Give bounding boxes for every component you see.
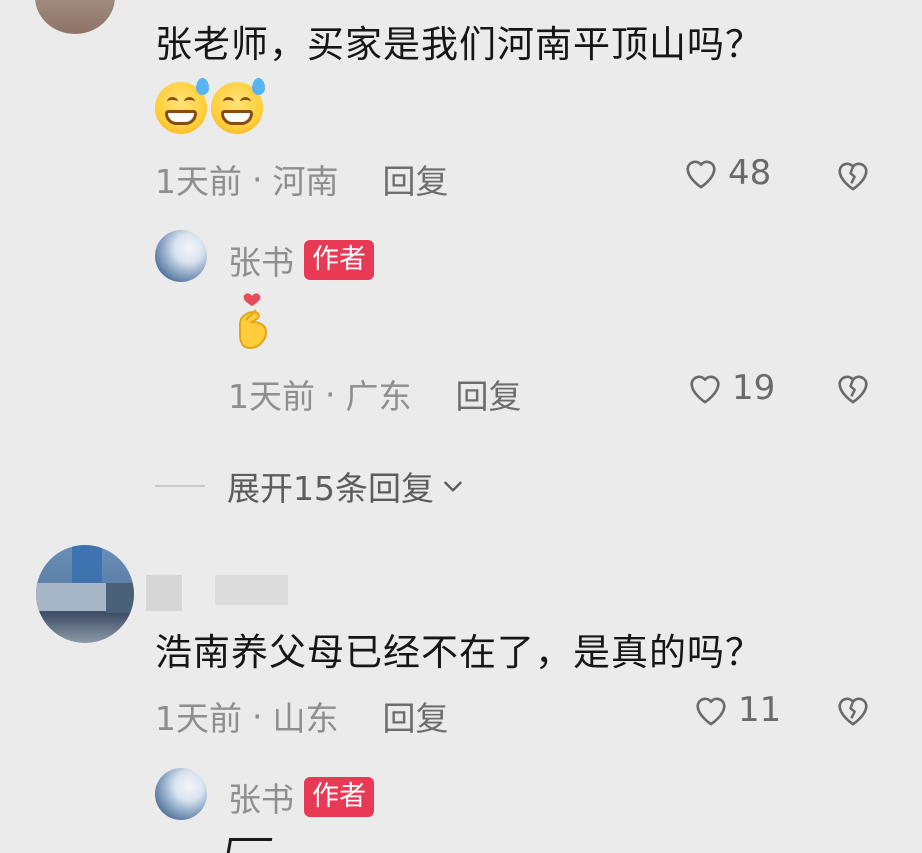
heart-outline-icon bbox=[686, 160, 716, 189]
author-header: 张书 作者 bbox=[228, 236, 374, 284]
heart-outline-icon bbox=[696, 697, 726, 726]
like-count: 11 bbox=[738, 690, 782, 730]
like-button[interactable]: 48 bbox=[680, 153, 771, 193]
commenter-avatar[interactable] bbox=[35, 0, 115, 34]
reply-button[interactable]: 回复 bbox=[383, 692, 449, 740]
dislike-button[interactable] bbox=[832, 690, 874, 734]
expand-replies-button[interactable]: 展开15条回复 bbox=[227, 462, 466, 510]
commenter-avatar[interactable] bbox=[36, 545, 134, 643]
commenter-name-blurred[interactable] bbox=[146, 575, 182, 611]
meta-separator: · bbox=[252, 159, 263, 199]
comment-text: 张老师，买家是我们河南平顶山吗？ bbox=[155, 23, 763, 66]
grinning-sweat-face-emoji bbox=[155, 78, 209, 134]
author-avatar[interactable] bbox=[155, 768, 207, 820]
author-badge: 作者 bbox=[304, 240, 374, 280]
comment-location: 山东 bbox=[272, 699, 339, 738]
broken-heart-icon bbox=[838, 375, 868, 404]
comment-text: 浩南养父母已经不在了，是真的吗？ bbox=[155, 631, 763, 674]
comment-time: 1天前 bbox=[155, 699, 242, 738]
reply-button[interactable]: 回复 bbox=[456, 370, 522, 418]
author-avatar[interactable] bbox=[155, 230, 207, 282]
comment-time: 1天前 bbox=[155, 162, 242, 201]
reply-meta: 1天前 · 广东 回复 bbox=[228, 370, 522, 418]
comment-meta: 1天前 · 山东 回复 bbox=[155, 692, 449, 740]
reply-text-partial bbox=[226, 838, 273, 853]
chevron-down-icon bbox=[444, 481, 462, 492]
reply-button[interactable]: 回复 bbox=[383, 155, 449, 203]
like-count: 19 bbox=[732, 368, 776, 408]
meta-separator: · bbox=[325, 374, 336, 414]
broken-heart-icon bbox=[838, 162, 868, 191]
expand-replies-row: 展开15条回复 bbox=[155, 462, 466, 510]
finger-heart-emoji bbox=[232, 290, 276, 356]
dislike-button[interactable] bbox=[832, 368, 874, 412]
author-name[interactable]: 张书 bbox=[228, 236, 294, 284]
like-count: 48 bbox=[728, 153, 772, 193]
comment-meta: 1天前 · 河南 回复 bbox=[155, 155, 449, 203]
author-name[interactable]: 张书 bbox=[228, 773, 294, 821]
heart-outline-icon bbox=[690, 375, 720, 404]
commenter-name-blurred bbox=[215, 575, 288, 605]
like-button[interactable]: 11 bbox=[690, 690, 781, 730]
author-badge: 作者 bbox=[304, 777, 374, 817]
like-button[interactable]: 19 bbox=[684, 368, 775, 408]
reply-time: 1天前 bbox=[228, 377, 315, 416]
grinning-sweat-face-emoji bbox=[211, 78, 265, 134]
expand-replies-label: 展开15条回复 bbox=[227, 469, 434, 508]
comment-location: 河南 bbox=[272, 162, 339, 201]
meta-separator: · bbox=[252, 696, 263, 736]
broken-heart-icon bbox=[838, 697, 868, 726]
author-header: 张书 作者 bbox=[228, 773, 374, 821]
divider-line bbox=[155, 485, 205, 487]
dislike-button[interactable] bbox=[832, 155, 874, 199]
reply-location: 广东 bbox=[345, 377, 412, 416]
comment-emoji-row bbox=[155, 78, 265, 134]
